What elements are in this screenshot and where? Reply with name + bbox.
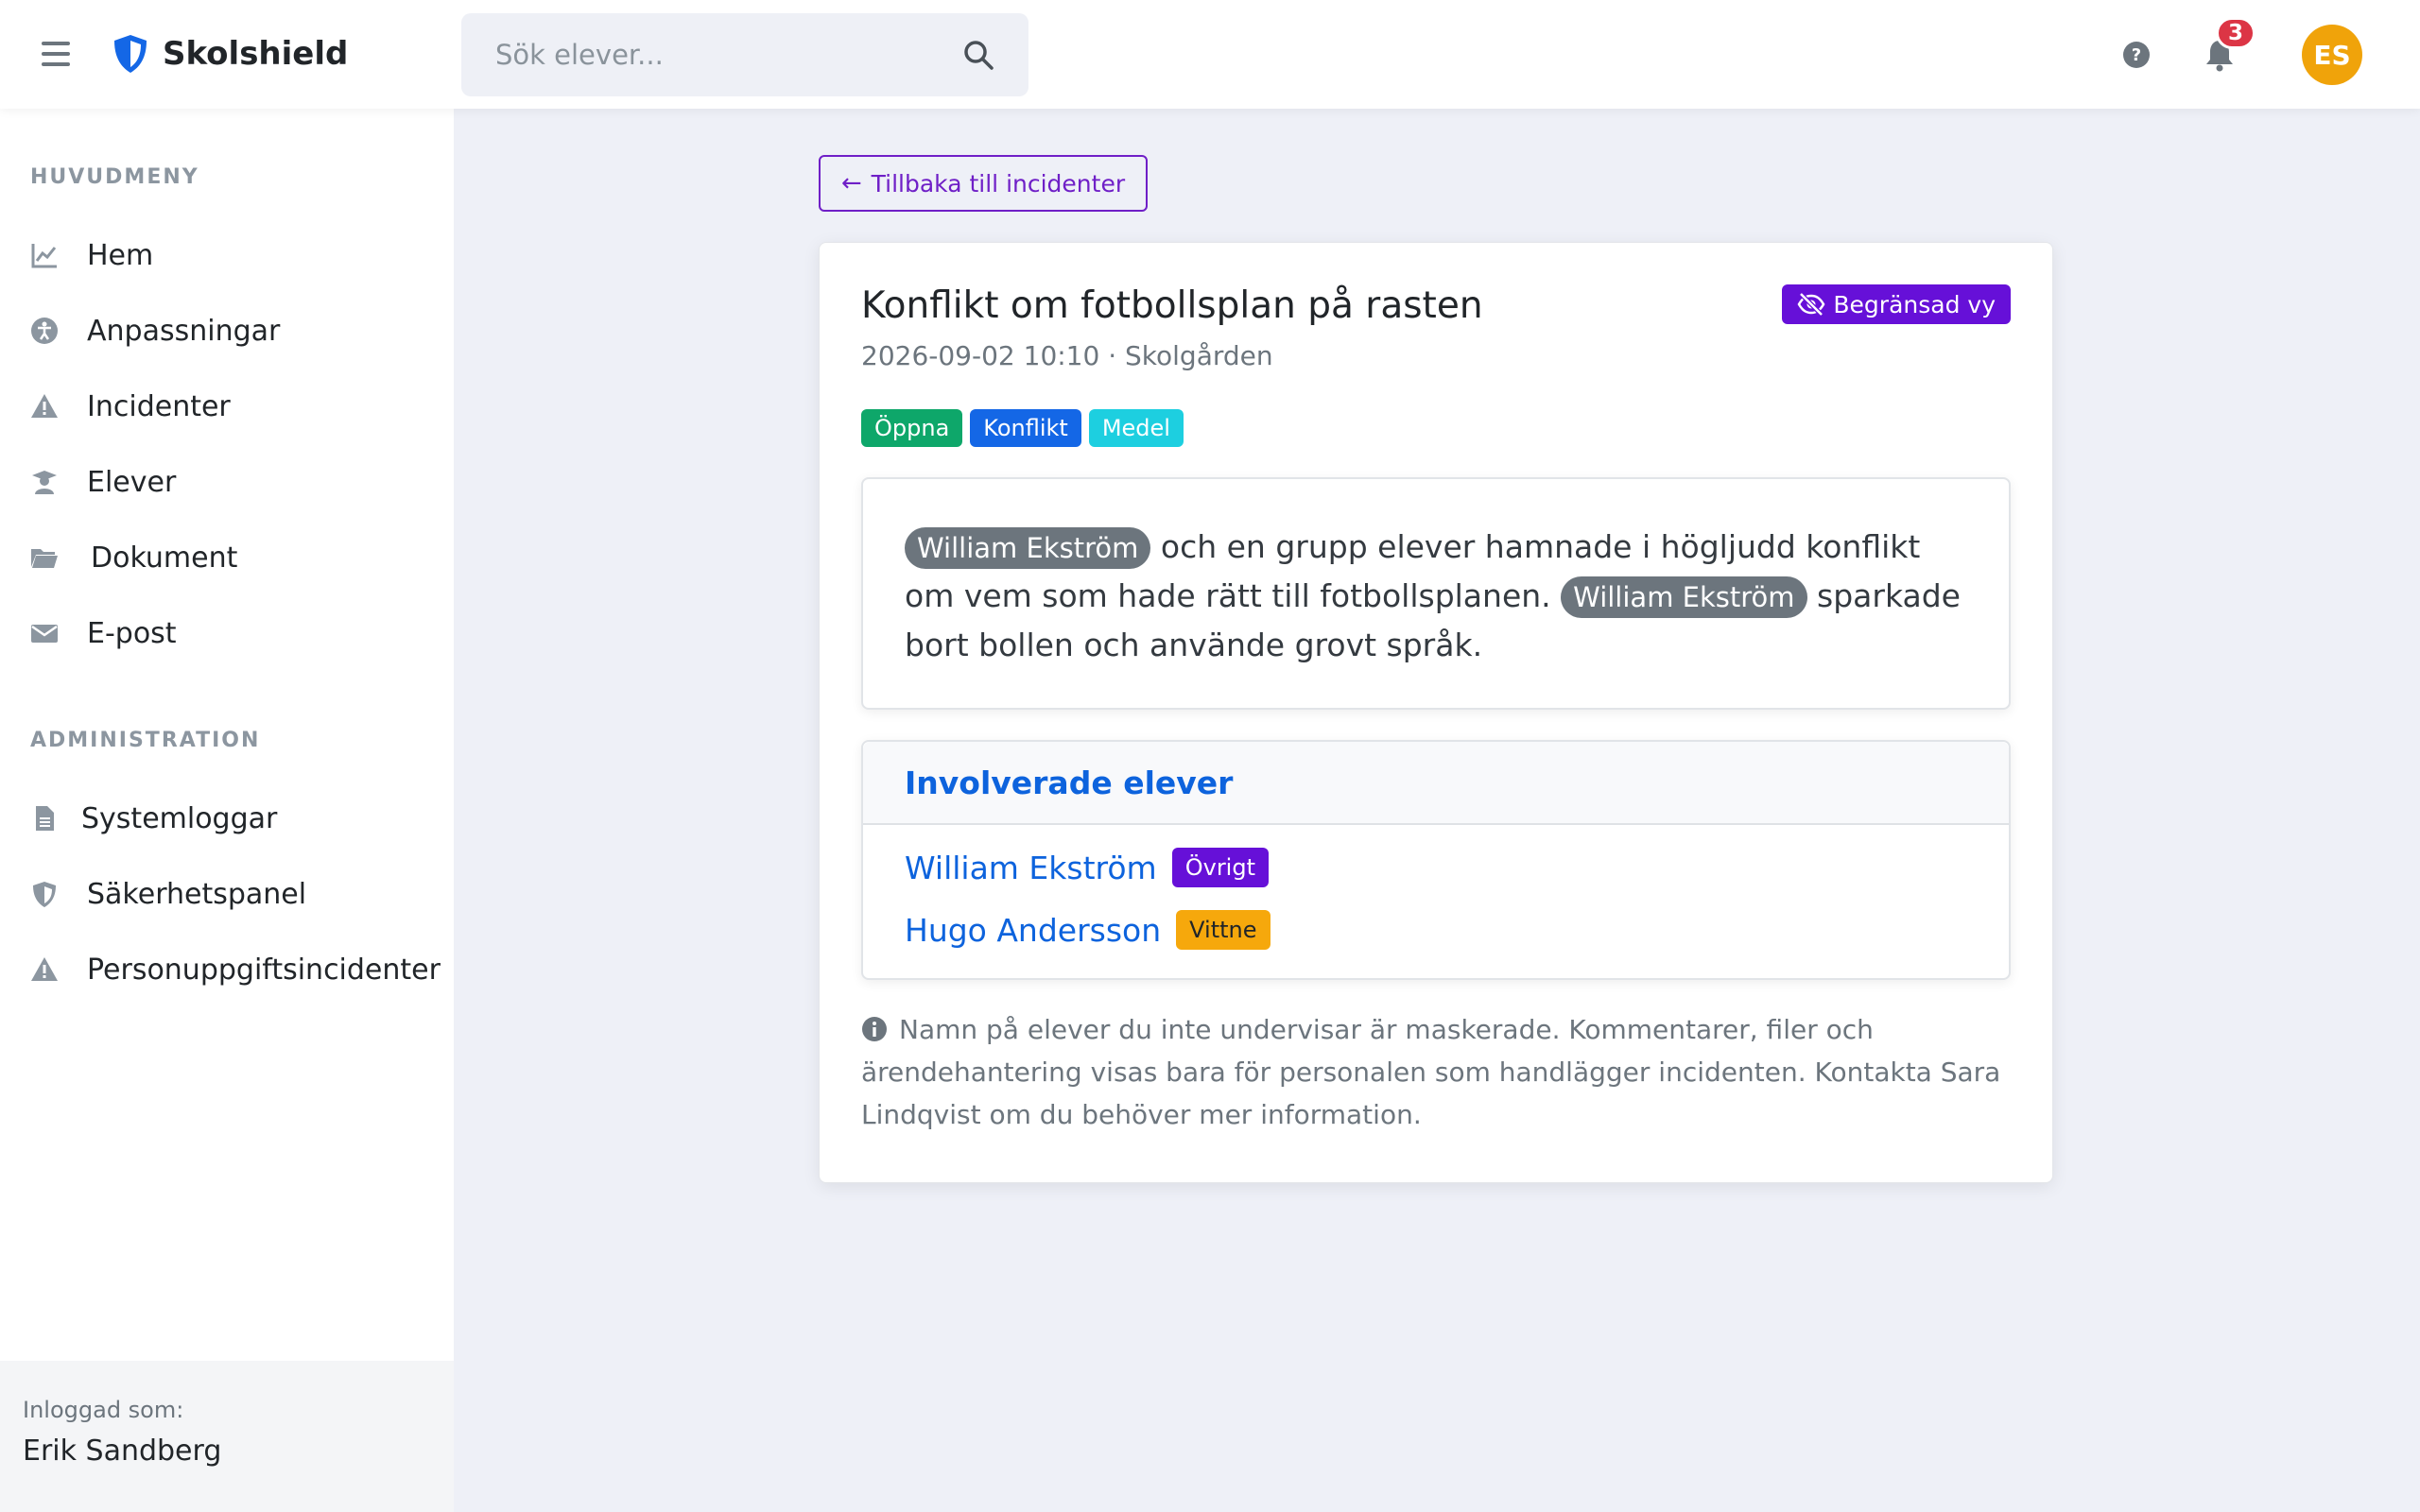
incident-card: Konflikt om fotbollsplan på rasten 2026-… (819, 242, 2053, 1183)
incident-tags: Öppna Konflikt Medel (861, 409, 1184, 447)
involved-students-panel: Involverade elever William Ekström Övrig… (861, 740, 2011, 980)
back-to-incidents-button[interactable]: ← Tillbaka till incidenter (819, 155, 1148, 212)
sidebar-item-label: Personuppgiftsincidenter (87, 953, 441, 987)
menu-toggle-icon[interactable] (42, 42, 70, 66)
svg-text:?: ? (2132, 45, 2141, 65)
info-icon (862, 1017, 887, 1041)
sidebar-item-systemloggar[interactable]: Systemloggar (28, 795, 277, 842)
restricted-view-badge: Begränsad vy (1782, 284, 2011, 324)
incident-title: Konflikt om fotbollsplan på rasten (861, 284, 1483, 327)
back-button-label: Tillbaka till incidenter (871, 169, 1126, 198)
sidebar-item-label: Elever (87, 465, 177, 499)
student-row: William Ekström Övrigt (905, 846, 1269, 889)
warning-icon (28, 954, 60, 986)
role-badge: Vittne (1176, 910, 1270, 950)
sidebar-item-personuppgiftsincidenter[interactable]: Personuppgiftsincidenter (28, 946, 441, 993)
student-row: Hugo Andersson Vittne (905, 908, 1270, 952)
search-bar (461, 13, 1028, 96)
sidebar-item-incidenter[interactable]: Incidenter (28, 383, 231, 430)
incident-meta: 2026-09-02 10:10 · Skolgården (861, 340, 1273, 371)
masked-student-name: William Ekström (905, 527, 1151, 569)
restricted-view-label: Begränsad vy (1833, 290, 1996, 318)
masked-student-name: William Ekström (1561, 576, 1807, 618)
sidebar-item-label: E-post (87, 616, 177, 650)
sidebar-item-label: Anpassningar (87, 314, 281, 348)
accessibility-icon (28, 315, 60, 347)
sidebar-item-label: Hem (87, 238, 154, 272)
user-avatar[interactable]: ES (2302, 25, 2362, 85)
help-icon[interactable]: ? (2122, 41, 2151, 69)
privacy-note: Namn på elever du inte undervisar är mas… (861, 1008, 2011, 1136)
sidebar-item-anpassningar[interactable]: Anpassningar (28, 307, 280, 354)
sidebar-item-epost[interactable]: E-post (28, 610, 177, 657)
sidebar-item-label: Incidenter (87, 389, 231, 423)
brand-name: Skolshield (163, 35, 349, 73)
student-icon (28, 466, 60, 498)
brand[interactable]: Skolshield (112, 32, 348, 76)
top-bar: Skolshield ? 3 ES (0, 0, 2420, 109)
sidebar-item-label: Systemloggar (81, 801, 278, 835)
logged-in-user: Erik Sandberg (23, 1435, 222, 1468)
category-badge: Konflikt (970, 409, 1081, 447)
sidebar-heading-main: HUVUDMENY (30, 165, 199, 189)
file-icon (28, 802, 60, 834)
incident-description: William Ekström och en grupp elever hamn… (861, 477, 2011, 710)
role-badge: Övrigt (1171, 848, 1269, 887)
envelope-icon (28, 617, 60, 649)
sidebar-item-label: Dokument (91, 541, 238, 575)
sidebar-item-sakerhetspanel[interactable]: Säkerhetspanel (28, 870, 306, 918)
logged-in-panel: Inloggad som: Erik Sandberg (0, 1361, 454, 1512)
student-link[interactable]: Hugo Andersson (905, 912, 1161, 949)
folder-icon (28, 541, 60, 574)
notification-count-badge: 3 (2216, 17, 2256, 49)
sidebar-item-dokument[interactable]: Dokument (28, 534, 237, 581)
eye-slash-icon (1797, 292, 1825, 317)
search-icon[interactable] (962, 39, 994, 71)
logged-in-label: Inloggad som: (23, 1397, 184, 1423)
sidebar: HUVUDMENY Hem Anpassningar Incidenter El… (0, 109, 454, 1512)
sidebar-heading-admin: ADMINISTRATION (30, 729, 261, 752)
shield-logo-icon (114, 35, 147, 73)
shield-icon (28, 878, 60, 910)
arrow-left-icon: ← (840, 169, 862, 198)
search-input[interactable] (495, 39, 962, 71)
sidebar-item-hem[interactable]: Hem (28, 232, 153, 279)
involved-students-heading: Involverade elever (863, 742, 2009, 825)
warning-icon (28, 390, 60, 422)
severity-badge: Medel (1088, 409, 1184, 447)
privacy-note-text: Namn på elever du inte undervisar är mas… (861, 1014, 2001, 1130)
sidebar-item-label: Säkerhetspanel (87, 877, 307, 911)
student-link[interactable]: William Ekström (905, 850, 1157, 886)
chart-line-icon (28, 239, 60, 271)
sidebar-item-elever[interactable]: Elever (28, 458, 176, 506)
status-badge: Öppna (861, 409, 963, 447)
